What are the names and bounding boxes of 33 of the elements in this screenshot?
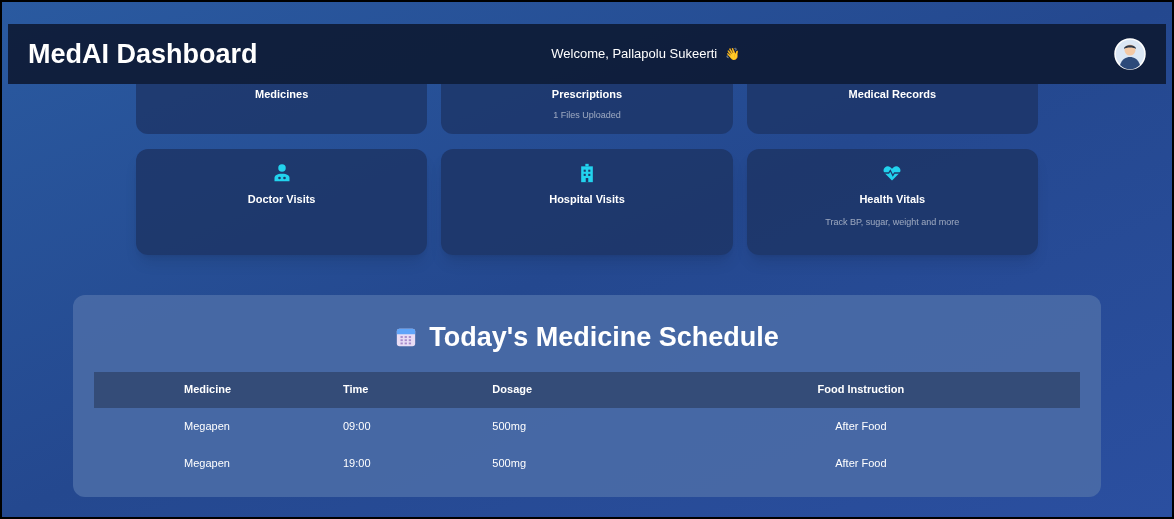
table-cell: 500mg [492, 407, 642, 445]
feature-card[interactable]: Medical Records [746, 84, 1038, 134]
card-subtitle: Track BP, sugar, weight and more [825, 215, 960, 229]
heartbeat-icon [882, 163, 903, 183]
schedule-title: Today's Medicine Schedule [429, 321, 779, 354]
column-header: Dosage [492, 371, 642, 408]
welcome-text: Welcome, Pallapolu Sukeerti [551, 45, 718, 64]
table-cell: Megapen [94, 407, 343, 445]
table-cell: After Food [641, 407, 1080, 445]
feature-card[interactable]: Health Vitals Track BP, sugar, weight and more [746, 149, 1038, 255]
feature-card[interactable]: Medicines [136, 84, 428, 134]
card-title: Doctor Visits [247, 192, 316, 207]
card-subtitle: 1 Files Uploaded [553, 108, 621, 122]
table-cell: Megapen [94, 444, 343, 482]
app-title: MedAI Dashboard [28, 37, 258, 71]
card-title: Medical Records [848, 87, 937, 102]
column-header: Food Instruction [641, 371, 1080, 408]
wave-emoji: 👋 [725, 46, 741, 63]
column-header: Time [343, 371, 493, 408]
column-header: Medicine [94, 371, 343, 408]
table-cell: 09:00 [343, 407, 493, 445]
feature-card[interactable]: Doctor Visits [136, 149, 428, 255]
feature-card[interactable]: Prescriptions 1 Files Uploaded [441, 84, 733, 134]
avatar-icon[interactable] [1114, 38, 1146, 70]
table-cell-text: After Food [834, 455, 888, 471]
card-title: Prescriptions [551, 87, 623, 102]
card-title: Health Vitals [859, 192, 926, 207]
card-title: Medicines [255, 87, 309, 102]
table-cell-text: 500mg [492, 455, 527, 471]
table-cell: 19:00 [343, 444, 493, 482]
feature-card[interactable]: Hospital Visits [441, 149, 733, 255]
card-title: Hospital Visits [549, 192, 625, 207]
calendar-icon [395, 326, 418, 349]
